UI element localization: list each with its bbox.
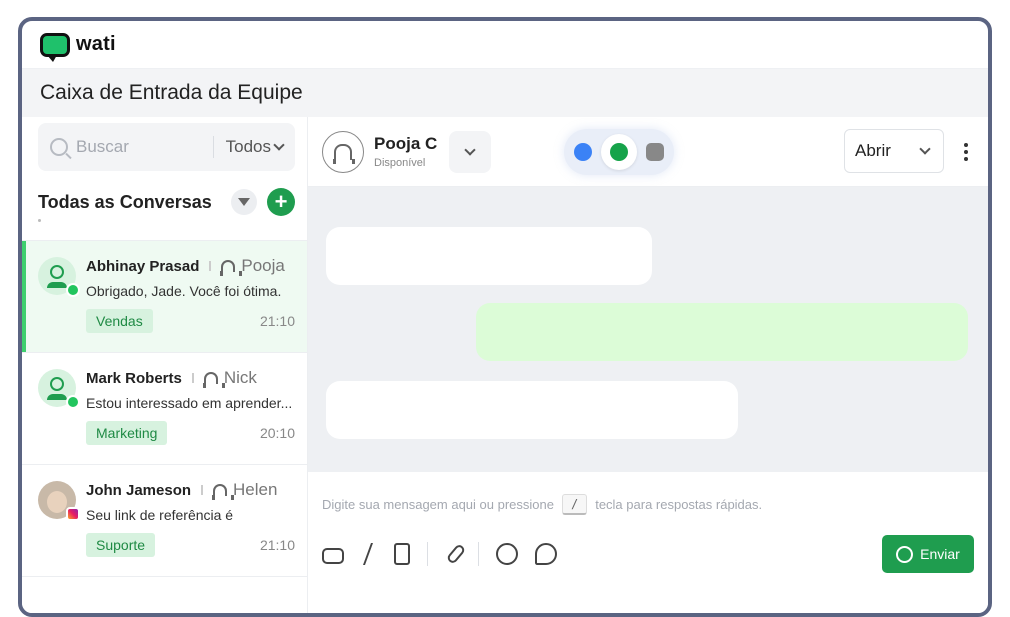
funnel-icon: [238, 198, 250, 206]
conversation-tag: Marketing: [86, 421, 168, 445]
filter-dropdown[interactable]: Todos: [225, 137, 285, 157]
search-input[interactable]: Buscar: [76, 137, 213, 157]
avatar: [38, 481, 80, 521]
filter-button[interactable]: [231, 189, 257, 215]
bot-icon[interactable]: [322, 547, 344, 564]
filter-value: Todos: [225, 137, 271, 156]
lightning-icon[interactable]: [362, 543, 382, 565]
contact-name: Abhinay Prasad: [86, 257, 200, 275]
composer-hint-end: tecla para respostas rápidas.: [595, 497, 763, 512]
incoming-message: [326, 227, 652, 285]
status-dropdown[interactable]: Abrir: [844, 129, 944, 173]
conversation-tag: Suporte: [86, 533, 156, 557]
send-label: Enviar: [920, 546, 960, 562]
chevron-down-icon: [464, 143, 476, 156]
whatsapp-icon: [609, 143, 628, 161]
status-value: Abrir: [855, 141, 891, 160]
add-conversation-button[interactable]: +: [267, 188, 295, 216]
avatar: [38, 369, 80, 409]
chat-panel: Pooja C Disponível Abrir Digite sua mens…: [308, 117, 988, 613]
send-button[interactable]: Enviar: [882, 535, 974, 573]
avatar: [38, 257, 80, 297]
headset-icon: [220, 260, 243, 276]
headset-icon: [212, 484, 235, 500]
search-bar[interactable]: Buscar Todos: [38, 123, 295, 171]
link-icon[interactable]: [574, 143, 593, 161]
page-title: Caixa de Entrada da Equipe: [40, 81, 303, 104]
assigned-agent: Pooja: [241, 256, 285, 275]
conversation-item[interactable]: John Jameson Helen Seu link de referênci…: [22, 465, 307, 577]
whatsapp-channel-button[interactable]: [600, 134, 637, 170]
logo-icon: [40, 32, 70, 62]
chat-header: Pooja C Disponível Abrir: [308, 117, 988, 187]
top-bar: wati: [22, 21, 988, 69]
logo[interactable]: wati: [40, 32, 116, 62]
conversation-sidebar: Buscar Todos Todas as Conversas + Abhina…: [22, 117, 308, 613]
contact-name: John Jameson: [86, 481, 192, 499]
last-message: Estou interessado em aprender...: [86, 395, 293, 411]
profile-photo: [47, 491, 67, 513]
user-icon: [50, 377, 64, 391]
last-message: Seu link de referência é: [86, 507, 234, 523]
search-icon: [50, 138, 68, 156]
agent-name: Pooja C: [374, 134, 438, 153]
conversation-item[interactable]: Abhinay Prasad Pooja Obrigado, Jade. Voc…: [22, 241, 307, 353]
chevron-down-icon: [273, 139, 285, 151]
last-message: Obrigado, Jade. Você foi ótima.: [86, 283, 282, 299]
outgoing-message: [476, 303, 968, 361]
logo-text: wati: [76, 33, 116, 55]
message-area: [308, 187, 988, 472]
sticker-icon[interactable]: [535, 543, 557, 565]
more-options-icon[interactable]: [964, 143, 968, 161]
template-icon[interactable]: [394, 543, 410, 565]
whatsapp-icon: [66, 283, 80, 297]
message-time: 21:10: [259, 313, 295, 329]
agent-avatar: [322, 130, 364, 173]
whatsapp-icon: [896, 545, 914, 563]
assigned-agent: Nick: [223, 368, 257, 387]
composer-hint-start: Digite sua mensagem aqui ou pressione: [322, 497, 554, 512]
emoji-icon[interactable]: [496, 543, 518, 565]
channel-switcher: [564, 129, 674, 175]
conversation-list-title: Todas as Conversas: [38, 191, 212, 212]
instagram-icon[interactable]: [645, 143, 664, 161]
message-input[interactable]: Digite sua mensagem aqui ou pressione / …: [322, 494, 762, 515]
conversation-tag: Vendas: [86, 309, 153, 333]
incoming-message: [326, 381, 738, 439]
headset-icon: [333, 143, 355, 164]
attachment-icon[interactable]: [445, 543, 467, 565]
assigned-agent: Helen: [233, 480, 278, 499]
conversation-item[interactable]: Mark Roberts Nick Estou interessado em a…: [22, 353, 307, 465]
chevron-down-icon: [919, 143, 931, 155]
instagram-icon: [66, 507, 80, 521]
message-time: 20:10: [259, 425, 295, 441]
agent-dropdown-button[interactable]: [449, 130, 492, 173]
contact-name: Mark Roberts: [86, 369, 182, 387]
agent-status: Disponível: [374, 157, 426, 169]
whatsapp-icon: [66, 395, 80, 409]
search-divider: [212, 136, 214, 158]
message-composer[interactable]: Digite sua mensagem aqui ou pressione / …: [308, 472, 988, 602]
indicator-dot: [38, 219, 41, 222]
slash-key: /: [561, 494, 588, 515]
user-icon: [50, 265, 64, 279]
app-window: wati Caixa de Entrada da Equipe Buscar T…: [18, 17, 992, 617]
message-time: 21:10: [259, 537, 295, 553]
headset-icon: [202, 372, 225, 388]
composer-toolbar: [322, 542, 574, 566]
title-bar: Caixa de Entrada da Equipe: [22, 69, 988, 117]
